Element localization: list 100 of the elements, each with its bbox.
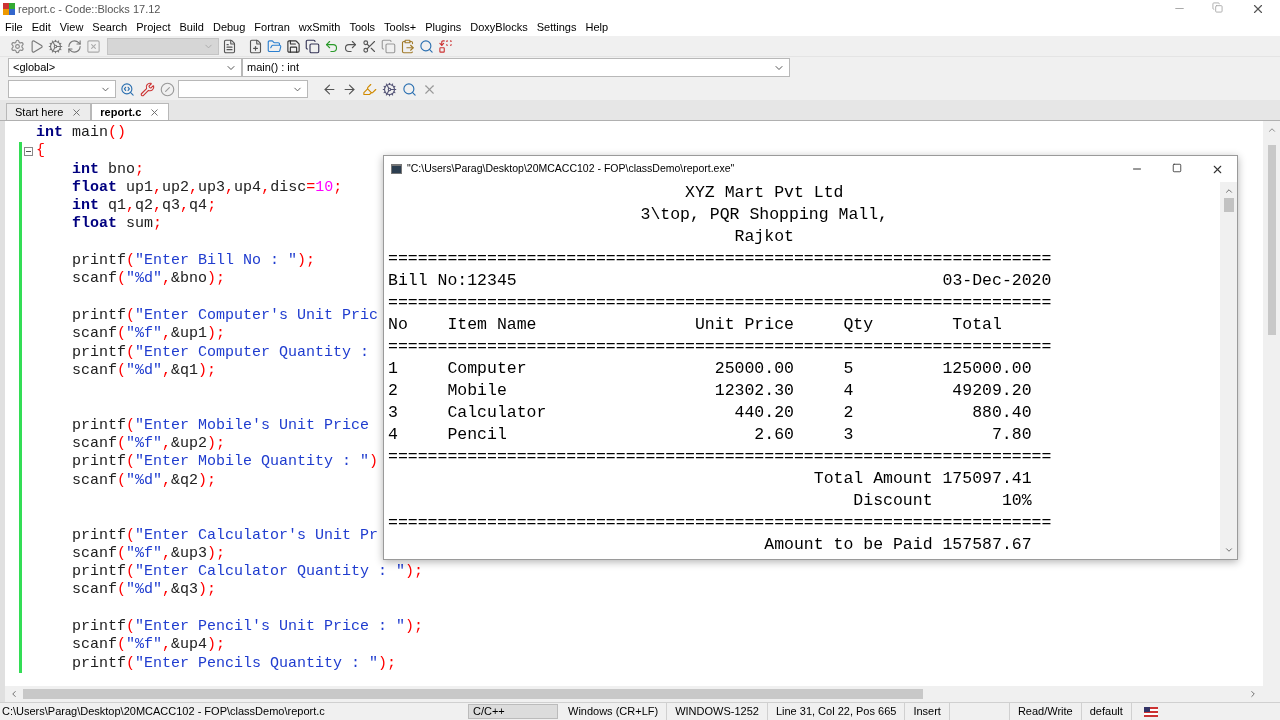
table-cell-text: 5 [843, 358, 855, 380]
column-header: Unit Price [694, 314, 794, 336]
code-line: scanf("%d",&q2); [72, 471, 217, 490]
code-line: scanf("%f",&up2); [72, 435, 226, 454]
maximize-button[interactable] [1172, 162, 1182, 173]
table-cell-text: 25000.00 [713, 358, 794, 380]
menu-item[interactable]: File [2, 18, 26, 36]
gear-icon[interactable] [380, 80, 398, 98]
summary-value: 157587.67 [941, 534, 1032, 556]
table-cell-text: Pencil [447, 424, 508, 446]
close-icon[interactable] [71, 106, 83, 118]
table-cell-text: 7.80 [990, 424, 1032, 446]
stop-icon[interactable] [84, 37, 102, 55]
menu-item[interactable]: Debug [209, 18, 249, 36]
column-header: Qty [843, 314, 875, 336]
text-search-icon[interactable] [400, 80, 418, 98]
summary-value: 10% [1000, 490, 1032, 512]
console-rule: =================================================================== [388, 512, 1052, 534]
menu-item[interactable]: Tools+ [381, 18, 420, 36]
code-line: float up1,up2,up3,up4,disc=10; [72, 178, 343, 198]
search-dropdown[interactable] [8, 80, 116, 98]
code-line: printf("Enter Mobile's Unit Price [72, 416, 370, 436]
clear-icon[interactable] [158, 80, 176, 98]
column-header: Total [952, 314, 1002, 336]
table-cell-text: Computer [447, 358, 528, 380]
status-field: C/C++ [468, 704, 558, 719]
fold-icon[interactable] [24, 146, 33, 156]
save-all-icon[interactable] [303, 37, 321, 55]
table-cell-text: 3 [388, 402, 399, 424]
code-line: int main() [36, 124, 127, 143]
cut-icon[interactable] [360, 37, 378, 55]
menu-item[interactable]: Edit [28, 18, 54, 36]
table-cell-text: 2 [388, 380, 399, 402]
scroll-down-icon[interactable] [1223, 545, 1234, 555]
menu-item[interactable]: Tools [346, 18, 379, 36]
menu-item[interactable]: DoxyBlocks [467, 18, 531, 36]
column-header: Item Name [447, 314, 538, 336]
code-line: printf("Enter Pencils Quantity : "); [72, 654, 397, 673]
status-field: default [1089, 703, 1123, 720]
save-icon[interactable] [284, 37, 302, 55]
function-dropdown[interactable]: main() : int [242, 58, 790, 77]
status-field: Line 31, Col 22, Pos 665 [775, 703, 897, 720]
console-rule: =================================================================== [388, 336, 1052, 358]
console-title: "C:\Users\Parag\Desktop\20MCACC102 - FOP\classDemo\report.exe" [407, 161, 735, 177]
code-line: scanf("%d",&q1); [72, 361, 217, 381]
symbol-dropdown[interactable] [178, 80, 308, 98]
wrench-icon[interactable] [138, 80, 156, 98]
console-text: Rajkot [734, 226, 794, 248]
table-cell-text: 4 [388, 424, 399, 446]
table-cell-text: 49209.20 [951, 380, 1032, 402]
table-cell-text: 440.20 [733, 402, 794, 424]
status-field: Windows (CR+LF) [568, 703, 659, 720]
editor-tab[interactable]: report.c [91, 103, 170, 120]
scrollbar-thumb[interactable] [1223, 198, 1234, 212]
menu-item[interactable]: Build [176, 18, 207, 36]
menu-item[interactable]: Plugins [422, 18, 465, 36]
summary-label: Amount to be Paid [763, 534, 933, 556]
maximize-button[interactable] [1211, 2, 1223, 13]
search-icon[interactable] [118, 80, 136, 98]
menu-item[interactable]: wxSmith [295, 18, 344, 36]
close-button[interactable] [1251, 2, 1265, 16]
scrollbar-thumb[interactable] [1267, 145, 1276, 335]
menu-item[interactable]: Settings [533, 18, 580, 36]
menu-item[interactable]: Help [582, 18, 612, 36]
horizontal-scrollbar[interactable] [5, 686, 1280, 702]
vertical-scrollbar[interactable] [1263, 121, 1280, 686]
table-cell-text: 2 [843, 402, 855, 424]
console-rule: =================================================================== [388, 292, 1052, 314]
menu-item[interactable]: View [56, 18, 87, 36]
scroll-left-icon[interactable] [9, 689, 19, 699]
code-line: printf("Enter Calculator's Unit Pr [72, 526, 379, 545]
code-line: printf("Enter Calculator Quantity : "); [72, 563, 424, 582]
gear-icon[interactable] [46, 37, 64, 55]
table-cell-text: 880.40 [971, 402, 1032, 424]
scope-dropdown[interactable]: <global> [8, 58, 242, 77]
console-scrollbar[interactable] [1220, 182, 1237, 559]
status-field: Insert [913, 703, 941, 720]
table-cell-text: Calculator [447, 402, 548, 424]
app-icon [3, 3, 15, 15]
scroll-right-icon[interactable] [1248, 689, 1258, 699]
status-field: WINDOWS-1252 [675, 703, 759, 720]
table-cell-text: 2.60 [753, 424, 794, 446]
code-line: scanf("%f",&up1); [72, 325, 226, 344]
console-text: XYZ Mart Pvt Ltd [685, 182, 844, 204]
close-icon[interactable] [149, 106, 161, 118]
bill-date: 03-Dec-2020 [942, 270, 1052, 292]
editor-tab[interactable]: Start here [6, 103, 92, 120]
settings-icon[interactable] [8, 37, 26, 55]
menu-item[interactable]: Fortran [251, 18, 293, 36]
scroll-up-icon[interactable] [1266, 125, 1277, 135]
replace-icon[interactable] [436, 37, 454, 55]
refresh-icon[interactable] [65, 37, 83, 55]
scroll-up-icon[interactable] [1223, 186, 1234, 196]
folder-icon[interactable] [265, 37, 283, 55]
menu-item[interactable]: Search [89, 18, 131, 36]
console-rule: =================================================================== [388, 248, 1052, 270]
search-icon[interactable] [417, 37, 435, 55]
menu-item[interactable]: Project [133, 18, 174, 36]
code-line: printf("Enter Mobile Quantity : ") [72, 453, 379, 472]
scrollbar-thumb[interactable] [23, 689, 923, 699]
